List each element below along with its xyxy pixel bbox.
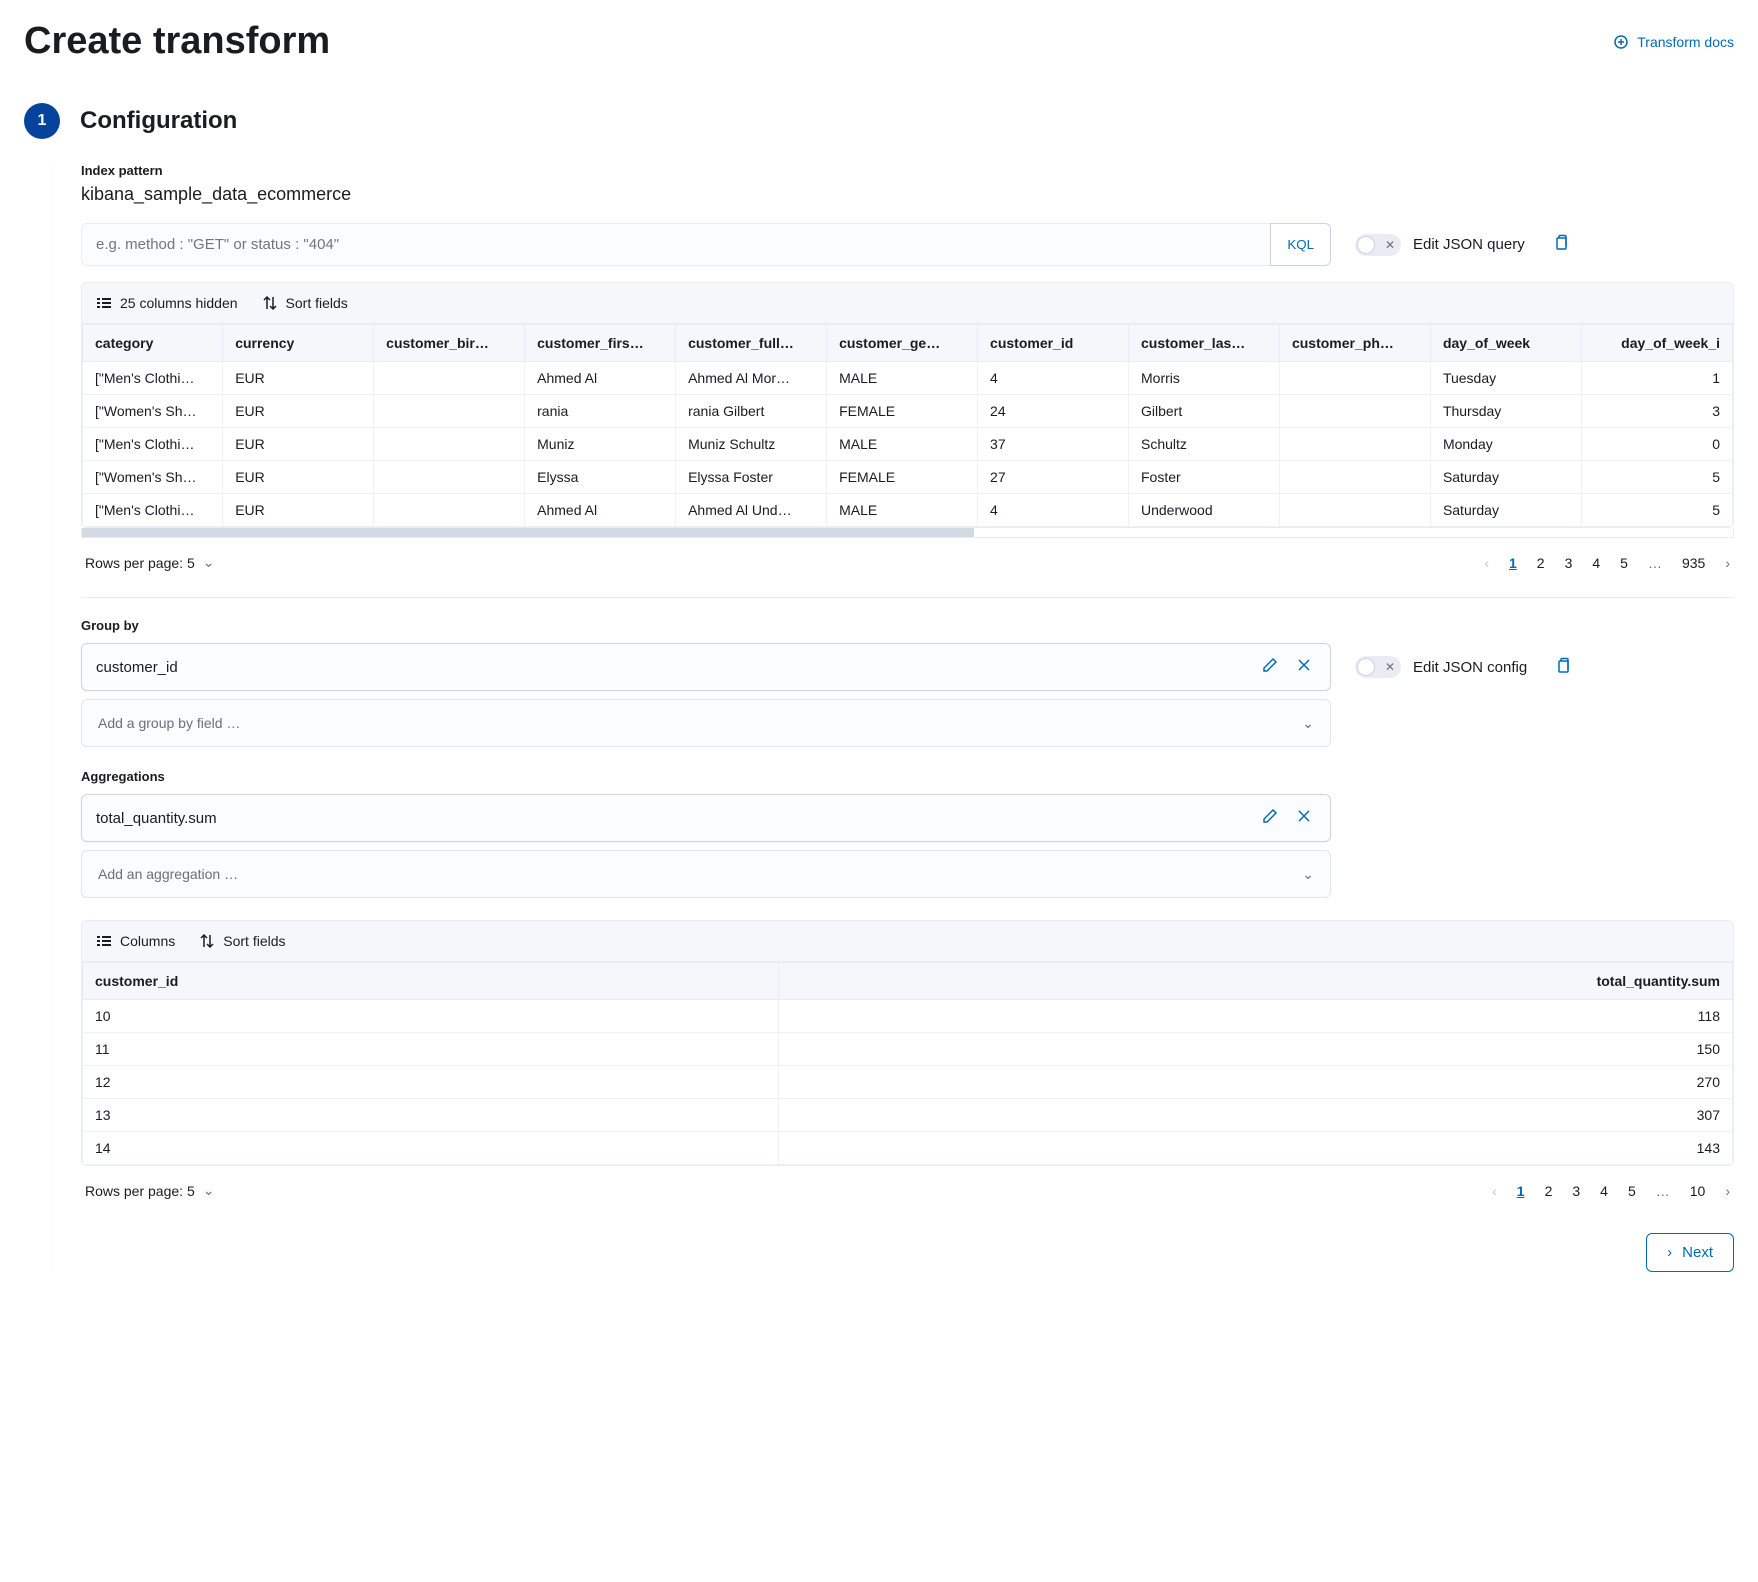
table-row: 14143 bbox=[83, 1132, 1733, 1165]
page-last[interactable]: 10 bbox=[1690, 1183, 1706, 1199]
columns-button[interactable]: Columns bbox=[96, 933, 175, 949]
clipboard-icon[interactable] bbox=[1553, 234, 1569, 255]
columns-icon bbox=[96, 933, 112, 949]
table-row: ["Men's Clothi…EURAhmed AlAhmed Al Mor…M… bbox=[83, 362, 1733, 395]
docs-icon bbox=[1613, 34, 1629, 50]
columns-hidden-button[interactable]: 25 columns hidden bbox=[96, 295, 238, 311]
clipboard-icon[interactable] bbox=[1555, 657, 1571, 678]
prev-page[interactable]: ‹ bbox=[1484, 555, 1489, 571]
col-header[interactable]: customer_full… bbox=[676, 325, 827, 362]
transform-docs-link[interactable]: Transform docs bbox=[1613, 34, 1734, 50]
page-4[interactable]: 4 bbox=[1600, 1183, 1608, 1199]
index-pattern-label: Index pattern bbox=[81, 163, 1734, 178]
page-3[interactable]: 3 bbox=[1565, 555, 1573, 571]
table-row: ["Men's Clothi…EURAhmed AlAhmed Al Und…M… bbox=[83, 494, 1733, 527]
page-5[interactable]: 5 bbox=[1628, 1183, 1636, 1199]
page-5[interactable]: 5 bbox=[1620, 555, 1628, 571]
aggregation-chip: total_quantity.sum bbox=[81, 794, 1331, 842]
page-2[interactable]: 2 bbox=[1545, 1183, 1553, 1199]
col-customer-id[interactable]: customer_id bbox=[83, 963, 779, 1000]
step-title: Configuration bbox=[80, 107, 237, 135]
col-header[interactable]: customer_ph… bbox=[1279, 325, 1430, 362]
add-aggregation-field[interactable]: Add an aggregation … ⌄ bbox=[81, 850, 1331, 898]
chevron-down-icon: ⌄ bbox=[203, 554, 215, 571]
remove-icon[interactable] bbox=[1296, 657, 1312, 678]
next-button[interactable]: › Next bbox=[1646, 1233, 1734, 1272]
edit-config-toggle[interactable]: ✕ bbox=[1355, 656, 1401, 678]
sort-icon bbox=[262, 295, 278, 311]
pagination-ellipsis: … bbox=[1648, 555, 1662, 571]
result-table: Columns Sort fields customer_id total_qu… bbox=[81, 920, 1734, 1166]
page-1[interactable]: 1 bbox=[1517, 1183, 1525, 1199]
chevron-down-icon: ⌄ bbox=[203, 1182, 215, 1199]
edit-query-toggle[interactable]: ✕ bbox=[1355, 234, 1401, 256]
col-header[interactable]: customer_las… bbox=[1129, 325, 1280, 362]
sort-icon bbox=[199, 933, 215, 949]
table-row: 10118 bbox=[83, 1000, 1733, 1033]
step-badge: 1 bbox=[24, 103, 60, 139]
prev-page[interactable]: ‹ bbox=[1492, 1183, 1497, 1199]
table-row: ["Women's Sh…EURraniarania GilbertFEMALE… bbox=[83, 395, 1733, 428]
remove-icon[interactable] bbox=[1296, 808, 1312, 829]
col-header[interactable]: customer_ge… bbox=[827, 325, 978, 362]
result-pagination: ‹ 1 2 3 4 5 … 10 › bbox=[1492, 1183, 1730, 1199]
columns-icon bbox=[96, 295, 112, 311]
sort-fields-button[interactable]: Sort fields bbox=[199, 933, 285, 949]
col-header[interactable]: customer_bir… bbox=[374, 325, 525, 362]
rows-per-page-select[interactable]: Rows per page: 5 ⌄ bbox=[85, 1182, 214, 1199]
result-table-toolbar: Columns Sort fields bbox=[82, 921, 1733, 962]
pagination-ellipsis: … bbox=[1656, 1183, 1670, 1199]
table-row: 13307 bbox=[83, 1099, 1733, 1132]
edit-json-config-label: Edit JSON config bbox=[1413, 659, 1527, 676]
page-1[interactable]: 1 bbox=[1509, 555, 1517, 571]
sort-fields-button[interactable]: Sort fields bbox=[262, 295, 348, 311]
query-input[interactable] bbox=[81, 223, 1270, 266]
table-row: ["Women's Sh…EURElyssaElyssa FosterFEMAL… bbox=[83, 461, 1733, 494]
chevron-down-icon: ⌄ bbox=[1302, 715, 1314, 732]
col-header[interactable]: day_of_week_i bbox=[1581, 325, 1732, 362]
page-title: Create transform bbox=[24, 20, 330, 63]
table-row: 12270 bbox=[83, 1066, 1733, 1099]
col-header[interactable]: customer_firs… bbox=[525, 325, 676, 362]
col-header[interactable]: currency bbox=[223, 325, 374, 362]
kql-button[interactable]: KQL bbox=[1270, 223, 1331, 266]
col-header[interactable]: category bbox=[83, 325, 223, 362]
close-icon: ✕ bbox=[1385, 660, 1395, 674]
page-last[interactable]: 935 bbox=[1682, 555, 1705, 571]
source-table-toolbar: 25 columns hidden Sort fields bbox=[81, 282, 1734, 323]
chevron-down-icon: ⌄ bbox=[1302, 866, 1314, 883]
edit-icon[interactable] bbox=[1262, 657, 1278, 678]
add-group-by-field[interactable]: Add a group by field … ⌄ bbox=[81, 699, 1331, 747]
group-by-chip: customer_id bbox=[81, 643, 1331, 691]
rows-per-page-select[interactable]: Rows per page: 5 ⌄ bbox=[85, 554, 214, 571]
page-2[interactable]: 2 bbox=[1537, 555, 1545, 571]
index-pattern-value: kibana_sample_data_ecommerce bbox=[81, 184, 1734, 205]
source-pagination: ‹ 1 2 3 4 5 … 935 › bbox=[1484, 555, 1730, 571]
aggregations-label: Aggregations bbox=[81, 769, 1734, 784]
edit-json-query-label: Edit JSON query bbox=[1413, 236, 1525, 253]
table-row: ["Men's Clothi…EURMunizMuniz SchultzMALE… bbox=[83, 428, 1733, 461]
col-header[interactable]: day_of_week bbox=[1430, 325, 1581, 362]
next-page[interactable]: › bbox=[1725, 555, 1730, 571]
horizontal-scrollbar[interactable] bbox=[81, 528, 1734, 538]
chevron-right-icon: › bbox=[1667, 1244, 1672, 1261]
group-by-label: Group by bbox=[81, 618, 1734, 633]
col-total-quantity-sum[interactable]: total_quantity.sum bbox=[778, 963, 1732, 1000]
close-icon: ✕ bbox=[1385, 238, 1395, 252]
source-table: categorycurrencycustomer_bir…customer_fi… bbox=[81, 323, 1734, 528]
edit-icon[interactable] bbox=[1262, 808, 1278, 829]
page-4[interactable]: 4 bbox=[1592, 555, 1600, 571]
col-header[interactable]: customer_id bbox=[978, 325, 1129, 362]
table-row: 11150 bbox=[83, 1033, 1733, 1066]
next-page[interactable]: › bbox=[1725, 1183, 1730, 1199]
page-3[interactable]: 3 bbox=[1572, 1183, 1580, 1199]
